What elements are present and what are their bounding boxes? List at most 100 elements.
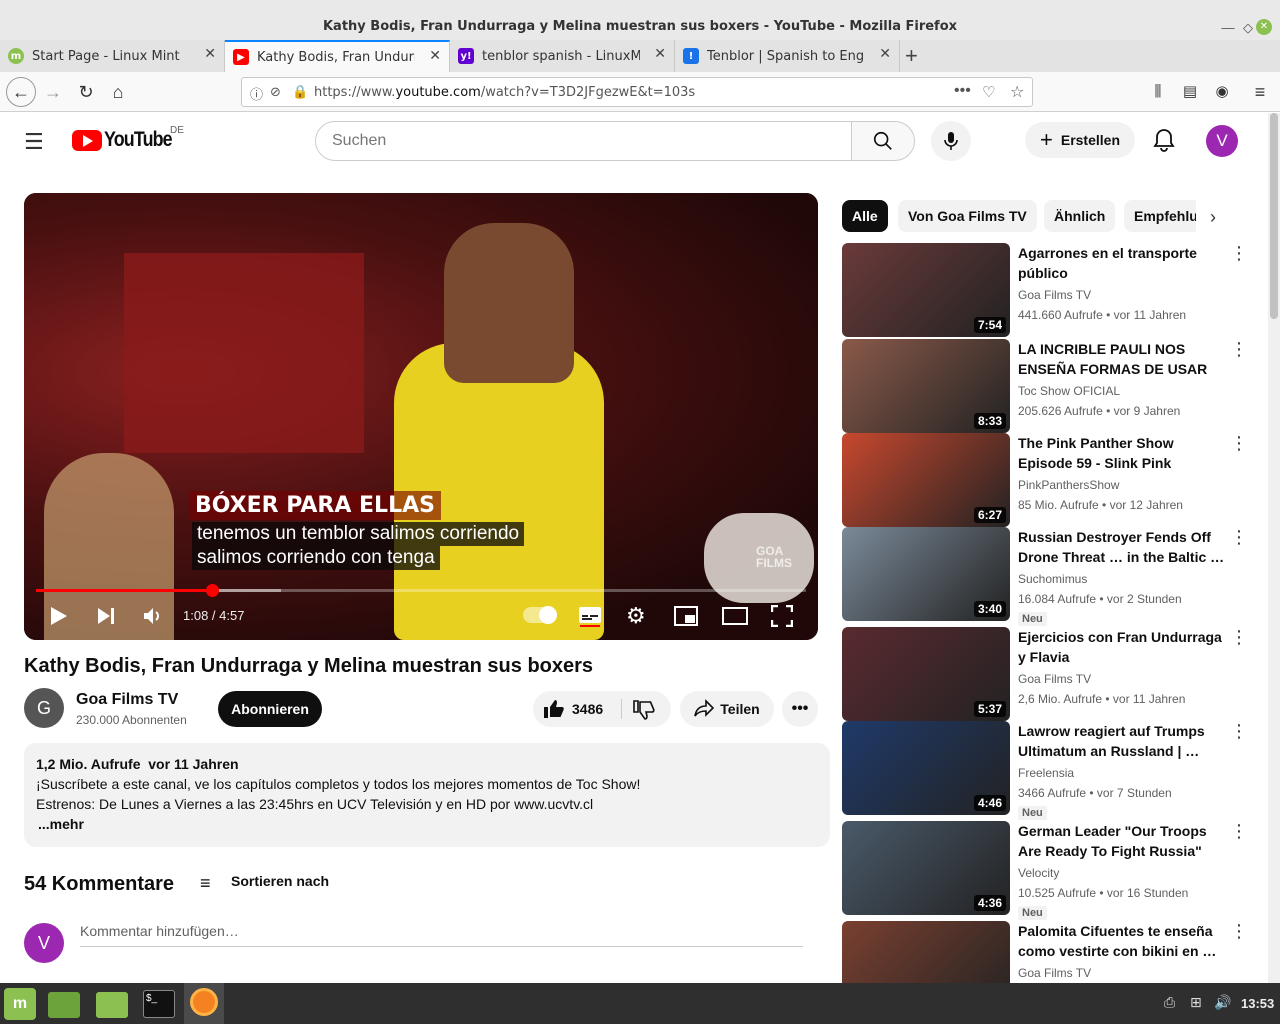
recommendation-title[interactable]: The Pink Panther Show Episode 59 - Slink… bbox=[1018, 433, 1228, 473]
mint-menu-icon[interactable]: m bbox=[4, 988, 36, 1020]
recommendation-channel[interactable]: PinkPanthersShow bbox=[1018, 478, 1119, 492]
recommendation-channel[interactable]: Suchomimus bbox=[1018, 572, 1087, 586]
youtube-logo-text[interactable]: YouTube bbox=[104, 128, 173, 152]
video-thumbnail[interactable]: 6:27 bbox=[842, 433, 1010, 527]
clock[interactable]: 13:53 bbox=[1241, 996, 1274, 1011]
recommendation-title[interactable]: Ejercicios con Fran Undurraga y Flavia bbox=[1018, 627, 1228, 667]
video-thumbnail[interactable]: 3:40 bbox=[842, 527, 1010, 621]
more-options-icon[interactable]: ⋮ bbox=[1230, 922, 1248, 940]
maximize-icon[interactable]: ◇ bbox=[1240, 20, 1256, 36]
forward-icon[interactable]: → bbox=[41, 80, 65, 104]
chevron-right-icon[interactable]: › bbox=[1210, 207, 1216, 228]
files-icon[interactable] bbox=[96, 992, 128, 1018]
recommendation-title[interactable]: LA INCRIBLE PAULI NOS ENSEÑA FORMAS DE U… bbox=[1018, 339, 1228, 379]
recommendation-channel[interactable]: Toc Show OFICIAL bbox=[1018, 384, 1120, 398]
close-icon[interactable]: ✕ bbox=[1256, 19, 1272, 35]
close-tab-icon[interactable]: ✕ bbox=[879, 46, 891, 62]
channel-avatar[interactable]: G bbox=[24, 688, 64, 728]
youtube-logo-icon[interactable] bbox=[72, 130, 102, 151]
more-options-icon[interactable]: ⋮ bbox=[1230, 340, 1248, 358]
notifications-bell-icon[interactable] bbox=[1152, 127, 1176, 158]
video-player[interactable]: BÓXER PARA ELLAS tenemos un temblor sali… bbox=[24, 193, 818, 640]
more-options-icon[interactable]: ⋮ bbox=[1230, 434, 1248, 452]
create-button[interactable]: + Erstellen bbox=[1025, 122, 1135, 158]
recommendation-title[interactable]: Russian Destroyer Fends Off Drone Threat… bbox=[1018, 527, 1228, 567]
channel-name[interactable]: Goa Films TV bbox=[76, 691, 178, 709]
more-options-icon[interactable]: ⋮ bbox=[1230, 722, 1248, 740]
subtitles-icon[interactable] bbox=[578, 605, 602, 632]
recommendation-title[interactable]: Palomita Cifuentes te enseña como vestir… bbox=[1018, 921, 1228, 961]
sidebar-icon[interactable]: ▤ bbox=[1178, 80, 1202, 104]
recommendation-channel[interactable]: Goa Films TV bbox=[1018, 288, 1091, 302]
comment-input[interactable]: Kommentar hinzufügen… bbox=[80, 923, 803, 947]
more-options-icon[interactable]: ⋮ bbox=[1230, 628, 1248, 646]
share-button[interactable]: Teilen bbox=[680, 691, 774, 727]
avatar[interactable]: V bbox=[1206, 125, 1238, 157]
sort-button[interactable]: Sortieren nach bbox=[231, 873, 329, 889]
close-tab-icon[interactable]: ✕ bbox=[429, 48, 441, 64]
library-icon[interactable]: ⫼ bbox=[1146, 80, 1170, 104]
video-thumbnail[interactable]: 4:46 bbox=[842, 721, 1010, 815]
tab-spanishdict[interactable]: ! Tenblor | Spanish to English ✕ bbox=[675, 40, 900, 72]
miniplayer-icon[interactable] bbox=[674, 606, 698, 631]
printer-icon[interactable]: ⎙ bbox=[1164, 994, 1175, 1011]
recommendation-title[interactable]: German Leader "Our Troops Are Ready To F… bbox=[1018, 821, 1228, 861]
recommendation-title[interactable]: Agarrones en el transporte público bbox=[1018, 243, 1228, 283]
video-thumbnail[interactable] bbox=[842, 921, 1010, 983]
dislike-icon[interactable] bbox=[633, 700, 655, 725]
next-icon[interactable] bbox=[96, 606, 116, 631]
info-icon[interactable]: ⓘ bbox=[250, 84, 263, 103]
show-more-link[interactable]: ...mehr bbox=[38, 816, 84, 832]
recommendation-channel[interactable]: Goa Films TV bbox=[1018, 672, 1091, 686]
more-options-icon[interactable]: ⋮ bbox=[1230, 822, 1248, 840]
video-thumbnail[interactable]: 8:33 bbox=[842, 339, 1010, 433]
more-actions-icon[interactable]: ••• bbox=[782, 691, 818, 727]
video-thumbnail[interactable]: 5:37 bbox=[842, 627, 1010, 721]
video-thumbnail[interactable]: 4:36 bbox=[842, 821, 1010, 915]
chip-from-channel[interactable]: Von Goa Films TV bbox=[898, 200, 1037, 232]
volume-icon[interactable] bbox=[142, 606, 162, 631]
tab-start-page[interactable]: m Start Page - Linux Mint ✕ bbox=[0, 40, 225, 72]
chip-recommended[interactable]: Empfehlu bbox=[1124, 200, 1196, 232]
subscribe-button[interactable]: Abonnieren bbox=[218, 691, 322, 727]
autoplay-toggle[interactable] bbox=[523, 606, 557, 624]
video-thumbnail[interactable]: 7:54 bbox=[842, 243, 1010, 337]
like-count[interactable]: 3486 bbox=[572, 701, 603, 717]
back-icon[interactable]: ← bbox=[6, 77, 36, 107]
chip-all[interactable]: Alle bbox=[842, 200, 888, 232]
scrollbar-thumb[interactable] bbox=[1270, 113, 1278, 319]
sort-icon[interactable]: ≡ bbox=[200, 873, 211, 894]
tab-yahoo[interactable]: y! tenblor spanish - LinuxMint ✕ bbox=[450, 40, 675, 72]
guide-menu-icon[interactable]: ☰ bbox=[24, 129, 44, 155]
terminal-icon[interactable]: $_ bbox=[143, 990, 175, 1018]
network-icon[interactable]: ⊞ bbox=[1190, 994, 1202, 1011]
show-desktop-icon[interactable] bbox=[48, 992, 80, 1018]
tab-youtube[interactable]: ▶ Kathy Bodis, Fran Undurraga y ✕ bbox=[225, 40, 450, 72]
permissions-icon[interactable]: ⊘ bbox=[270, 84, 281, 100]
voice-search-icon[interactable] bbox=[931, 121, 971, 161]
search-icon[interactable] bbox=[851, 121, 915, 161]
recommendation-channel[interactable]: Velocity bbox=[1018, 866, 1059, 880]
like-icon[interactable] bbox=[543, 699, 565, 724]
more-options-icon[interactable]: ⋮ bbox=[1230, 528, 1248, 546]
home-icon[interactable]: ⌂ bbox=[106, 80, 130, 104]
recommendation-title[interactable]: Lawrow reagiert auf Trumps Ultimatum an … bbox=[1018, 721, 1228, 761]
more-options-icon[interactable]: ⋮ bbox=[1230, 244, 1248, 262]
firefox-taskbar-button[interactable] bbox=[184, 983, 224, 1024]
pocket-icon[interactable]: ♡ bbox=[982, 83, 995, 101]
settings-gear-icon[interactable]: ⚙ bbox=[626, 603, 646, 629]
play-icon[interactable] bbox=[50, 606, 68, 631]
fullscreen-icon[interactable] bbox=[770, 604, 794, 632]
new-tab-icon[interactable]: + bbox=[905, 43, 918, 69]
page-actions-icon[interactable]: ••• bbox=[954, 82, 971, 100]
description-box[interactable]: 1,2 Mio. Aufrufe vor 11 Jahren ¡Suscríbe… bbox=[24, 743, 830, 847]
recommendation-channel[interactable]: Freelensia bbox=[1018, 766, 1074, 780]
reload-icon[interactable]: ↻ bbox=[74, 80, 98, 104]
chip-related[interactable]: Ähnlich bbox=[1044, 200, 1116, 232]
search-input[interactable]: Suchen bbox=[315, 121, 852, 161]
close-tab-icon[interactable]: ✕ bbox=[654, 46, 666, 62]
url-bar[interactable]: ⓘ ⊘ 🔒 https://www.youtube.com/watch?v=T3… bbox=[241, 77, 1033, 107]
volume-tray-icon[interactable]: 🔊 bbox=[1214, 994, 1231, 1011]
theater-mode-icon[interactable] bbox=[722, 607, 748, 630]
menu-icon[interactable]: ≡ bbox=[1248, 80, 1272, 104]
